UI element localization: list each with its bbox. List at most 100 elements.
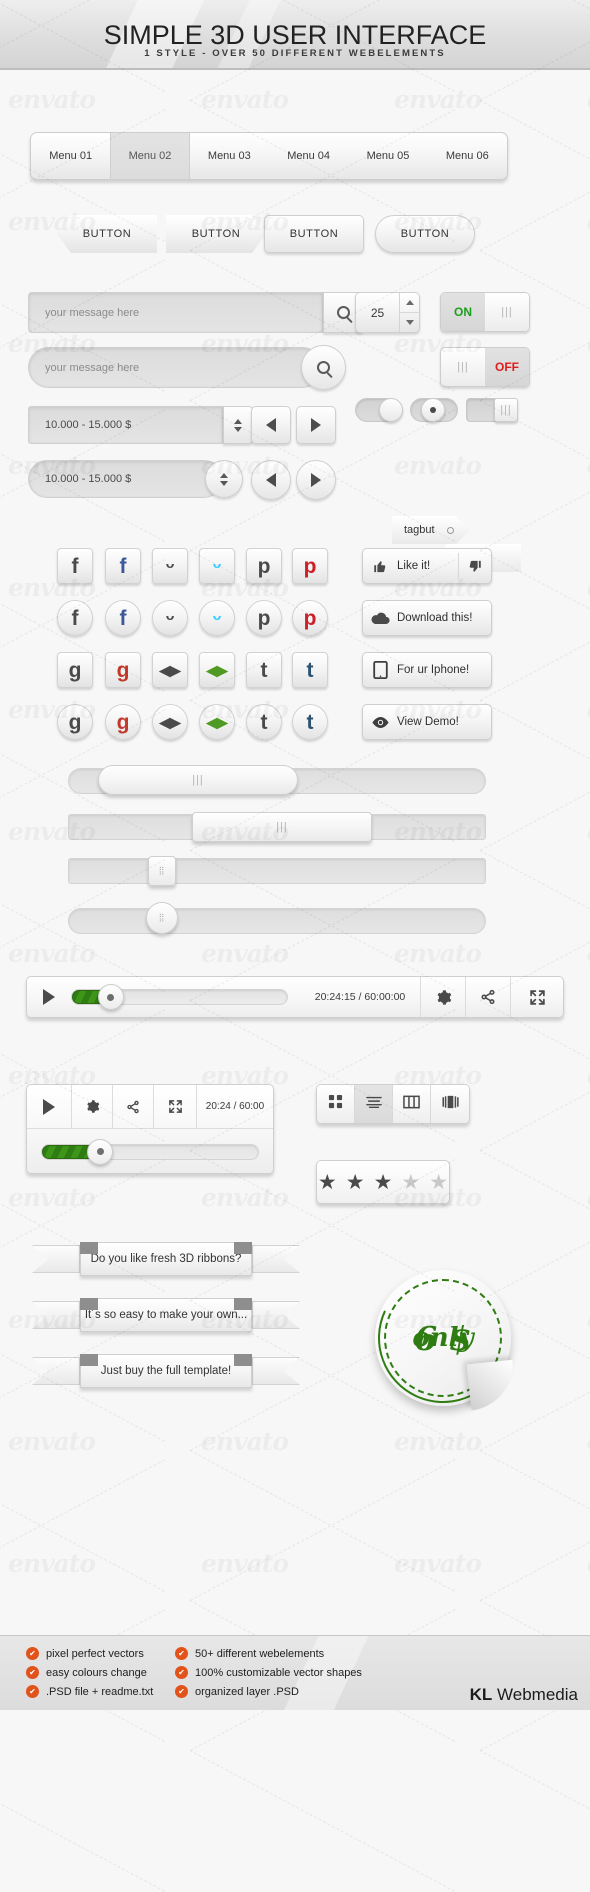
pill-button[interactable]: BUTTON: [375, 215, 475, 253]
social-button-google[interactable]: g: [105, 704, 141, 740]
switch-knob[interactable]: |||: [494, 398, 518, 422]
menu-item-5[interactable]: Menu 05: [348, 133, 427, 179]
share-button[interactable]: [466, 977, 510, 1017]
switch-rect[interactable]: |||: [466, 398, 518, 422]
progress-bar[interactable]: [41, 1138, 259, 1165]
number-stepper[interactable]: 25: [355, 292, 420, 333]
social-button-google[interactable]: g: [57, 652, 93, 688]
view-mode-button[interactable]: [317, 1085, 355, 1123]
social-button-facebook[interactable]: f: [105, 548, 141, 584]
tag-button-right[interactable]: tagbut: [392, 516, 470, 544]
stepper-down-button[interactable]: [400, 313, 419, 332]
share-button[interactable]: [113, 1085, 153, 1128]
toggle-on-knob[interactable]: |||: [485, 293, 529, 331]
iphone-button[interactable]: For ur Iphone!: [362, 652, 492, 688]
view-mode-group[interactable]: [316, 1084, 470, 1124]
view-mode-button[interactable]: [393, 1085, 431, 1123]
social-button-pinterest[interactable]: р: [246, 548, 282, 584]
social-button-facebook[interactable]: f: [105, 600, 141, 636]
social-button-twitter[interactable]: ᵕ: [199, 548, 235, 584]
star-icon[interactable]: ★: [401, 1172, 420, 1193]
toggle-on[interactable]: ON |||: [440, 292, 530, 332]
social-button-tumblr[interactable]: t: [246, 704, 282, 740]
social-button-facebook[interactable]: f: [57, 548, 93, 584]
star-icon[interactable]: ★: [346, 1172, 365, 1193]
price-rect-value[interactable]: 10.000 - 15.000 $: [28, 406, 223, 444]
social-button-twitter[interactable]: ᵕ: [152, 600, 188, 636]
menu-item-6[interactable]: Menu 06: [428, 133, 507, 179]
prev-button-rect[interactable]: [251, 406, 291, 444]
switch-pill-plain[interactable]: [355, 398, 403, 422]
search-round-button[interactable]: [301, 345, 346, 390]
media-player-large[interactable]: 20:24:15 / 60:00:00: [26, 976, 564, 1018]
search-rect-input[interactable]: your message here: [28, 292, 323, 333]
number-stepper-arrows[interactable]: [399, 293, 419, 332]
social-button-pinterest[interactable]: р: [292, 600, 328, 636]
rect-button[interactable]: BUTTON: [264, 215, 364, 253]
social-button-pinterest[interactable]: р: [292, 548, 328, 584]
progress-knob[interactable]: [97, 984, 124, 1010]
price-round-stepper[interactable]: [205, 460, 243, 498]
star-icon[interactable]: ★: [429, 1172, 448, 1193]
arrow-right-button[interactable]: BUTTON: [166, 215, 266, 253]
switch-pill-dot[interactable]: [410, 398, 458, 422]
progress-knob[interactable]: [87, 1138, 114, 1165]
slider-handle[interactable]: ⣿: [148, 856, 176, 886]
price-rect-stepper[interactable]: [223, 406, 253, 444]
settings-button[interactable]: [72, 1085, 112, 1128]
menu-item-4[interactable]: Menu 04: [269, 133, 348, 179]
social-button-deviantart[interactable]: ◂▸: [199, 652, 235, 688]
price-select-round[interactable]: 10.000 - 15.000 $: [28, 460, 243, 498]
stepper-up-button[interactable]: [400, 293, 419, 313]
menu-bar[interactable]: Menu 01 Menu 02 Menu 03 Menu 04 Menu 05 Menu …: [30, 132, 508, 180]
view-mode-button[interactable]: [355, 1085, 393, 1123]
social-button-deviantart[interactable]: ◂▸: [152, 652, 188, 688]
star-icon[interactable]: ★: [374, 1172, 393, 1193]
switch-knob[interactable]: [379, 398, 403, 422]
social-button-pinterest[interactable]: р: [246, 600, 282, 636]
social-button-tumblr[interactable]: t: [292, 652, 328, 688]
toggle-off-knob[interactable]: |||: [441, 348, 485, 386]
toggle-off[interactable]: ||| OFF: [440, 347, 530, 387]
fullscreen-button[interactable]: [511, 977, 563, 1017]
progress-bar[interactable]: [71, 984, 288, 1010]
menu-item-2[interactable]: Menu 02: [110, 133, 190, 179]
fullscreen-button[interactable]: [154, 1085, 196, 1128]
slider-handle[interactable]: ⣿: [146, 902, 178, 934]
slider-handle[interactable]: |||: [192, 812, 372, 842]
price-select-rect[interactable]: 10.000 - 15.000 $: [28, 406, 253, 444]
view-demo-button[interactable]: View Demo!: [362, 704, 492, 740]
play-button[interactable]: [27, 1085, 71, 1128]
prev-button-round[interactable]: [251, 460, 291, 500]
settings-button[interactable]: [421, 977, 465, 1017]
menu-item-3[interactable]: Menu 03: [190, 133, 269, 179]
social-button-deviantart[interactable]: ◂▸: [152, 704, 188, 740]
arrow-left-button[interactable]: BUTTON: [57, 215, 157, 253]
social-button-deviantart[interactable]: ◂▸: [199, 704, 235, 740]
social-button-tumblr[interactable]: t: [292, 704, 328, 740]
thumbs-down-icon[interactable]: [457, 559, 491, 574]
search-rect[interactable]: your message here: [28, 292, 364, 333]
menu-item-1[interactable]: Menu 01: [31, 133, 110, 179]
search-round[interactable]: your message here: [28, 345, 346, 390]
slider-handle[interactable]: |||: [98, 765, 298, 795]
player-progress-area[interactable]: [71, 977, 300, 1017]
price-round-value[interactable]: 10.000 - 15.000 $: [28, 460, 223, 498]
next-button-rect[interactable]: [296, 406, 336, 444]
rating-stars[interactable]: ★ ★ ★ ★ ★: [316, 1160, 450, 1204]
search-round-input[interactable]: your message here: [28, 347, 323, 388]
social-button-tumblr[interactable]: t: [246, 652, 282, 688]
next-button-round[interactable]: [296, 460, 336, 500]
social-button-twitter[interactable]: ᵕ: [199, 600, 235, 636]
social-button-twitter[interactable]: ᵕ: [152, 548, 188, 584]
media-player-small[interactable]: 20:24 / 60:00: [26, 1084, 274, 1174]
view-mode-button[interactable]: [431, 1085, 469, 1123]
social-button-google[interactable]: g: [105, 652, 141, 688]
social-button-google[interactable]: g: [57, 704, 93, 740]
play-button[interactable]: [27, 977, 71, 1017]
download-button[interactable]: Download this!: [362, 600, 492, 636]
social-button-facebook[interactable]: f: [57, 600, 93, 636]
switch-knob[interactable]: [421, 398, 445, 422]
like-button-group[interactable]: Like it!: [362, 548, 492, 584]
player-small-progress-area[interactable]: [27, 1129, 273, 1174]
